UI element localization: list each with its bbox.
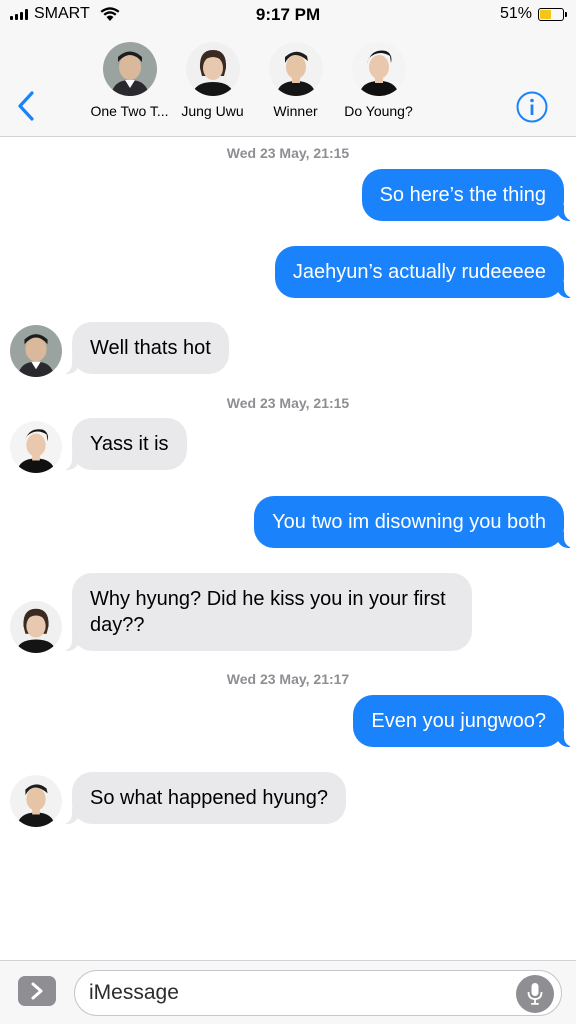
contact-2[interactable]: Jung Uwu [171, 42, 254, 119]
outgoing-message[interactable]: You two im disowning you both [254, 496, 574, 548]
conversation-header: SMART 9:17 PM 51% One Two T... Jung Uwu … [0, 0, 576, 137]
outgoing-message[interactable]: So here’s the thing [361, 169, 575, 221]
contact-4[interactable]: Do Young? [337, 42, 420, 119]
contact-3[interactable]: Winner [254, 42, 337, 119]
status-right: 51% [499, 5, 567, 23]
chevron-right-icon [31, 982, 43, 1000]
outgoing-message[interactable]: Jaehyun’s actually rudeeeee [274, 246, 575, 298]
status-bar: SMART 9:17 PM 51% [0, 0, 576, 32]
battery-percentage: 51% [499, 5, 532, 22]
app-drawer-button[interactable] [18, 976, 56, 1006]
avatar [352, 42, 406, 96]
avatar [269, 42, 323, 96]
message-timestamp: Wed 23 May, 21:15 [226, 395, 350, 411]
message-input-bar [0, 960, 576, 1024]
contact-name: One Two T... [90, 103, 169, 119]
contact-name: Jung Uwu [181, 103, 244, 119]
avatar [103, 42, 157, 96]
message-timestamp: Wed 23 May, 21:15 [226, 145, 350, 161]
avatar [186, 42, 240, 96]
message-input[interactable] [74, 970, 562, 1016]
microphone-icon [527, 983, 543, 1005]
status-time: 9:17 PM [255, 5, 321, 24]
contact-name: Winner [273, 103, 318, 119]
contact-1[interactable]: One Two T... [88, 42, 171, 119]
incoming-message[interactable]: Why hyung? Did he kiss you in your first… [62, 573, 472, 651]
avatar[interactable] [10, 775, 62, 827]
contact-name: Do Young? [344, 103, 413, 119]
chevron-left-icon [18, 91, 34, 121]
outgoing-message[interactable]: Even you jungwoo? [353, 695, 574, 747]
back-button[interactable] [12, 88, 40, 124]
microphone-button[interactable] [516, 975, 554, 1013]
avatar[interactable] [10, 325, 62, 377]
group-contacts: One Two T... Jung Uwu Winner Do Young? [88, 42, 420, 119]
incoming-message[interactable]: Well thats hot [62, 322, 229, 374]
info-icon[interactable] [516, 91, 548, 123]
avatar[interactable] [10, 601, 62, 653]
incoming-message[interactable]: Yass it is [62, 418, 187, 470]
avatar[interactable] [10, 421, 62, 473]
incoming-message[interactable]: So what happened hyung? [62, 772, 346, 824]
message-timestamp: Wed 23 May, 21:17 [226, 671, 350, 687]
battery-level-fill [540, 9, 552, 19]
battery-icon [538, 7, 567, 21]
